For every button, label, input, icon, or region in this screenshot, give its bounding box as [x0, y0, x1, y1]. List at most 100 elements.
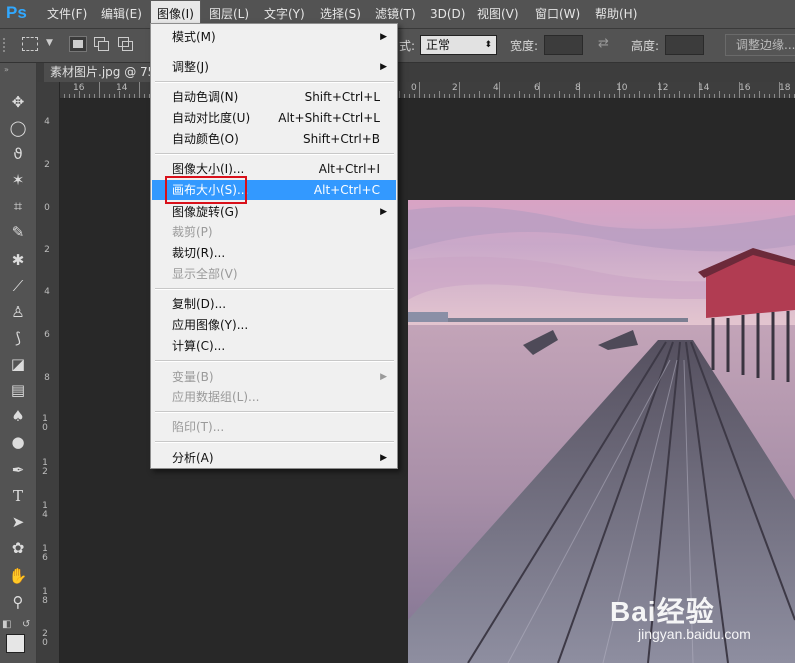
ruler-label: 14 — [116, 83, 128, 93]
height-label: 高度: — [631, 39, 660, 53]
ruler-label: 1 8 — [42, 587, 48, 606]
menu-item-trim[interactable]: 裁切(R)... — [152, 243, 396, 263]
ruler-label: 4 — [44, 287, 50, 297]
document-tab[interactable]: 素材图片.jpg @ 75 — [44, 63, 156, 82]
ruler-label: 10 — [616, 83, 628, 93]
lasso-icon[interactable]: ϑ — [6, 143, 30, 165]
default-colors-icon[interactable]: ◧ — [2, 619, 11, 630]
hand-icon[interactable]: ✋ — [6, 565, 30, 587]
menu-item-image-rotation[interactable]: 图像旋转(G) ▶ — [152, 202, 396, 222]
baidu-jingyan-watermark: Bai经验 jingyan.baidu.com — [610, 590, 795, 650]
style-label: 式: — [399, 39, 416, 53]
menu-separator — [155, 81, 394, 83]
ruler-label: 1 6 — [42, 544, 48, 563]
submenu-arrow-icon: ▶ — [380, 62, 387, 72]
menu-item-auto-color[interactable]: 自动颜色(O) Shift+Ctrl+B — [152, 129, 396, 149]
custom-shape-icon[interactable]: ✿ — [6, 537, 30, 559]
menu-separator — [155, 288, 394, 290]
menu-window[interactable]: 窗口(W) — [535, 0, 580, 28]
menu-view[interactable]: 视图(V) — [477, 0, 519, 28]
menu-separator — [155, 153, 394, 155]
width-input[interactable] — [544, 35, 583, 55]
ruler-label: 4 — [44, 117, 50, 127]
crop-icon[interactable]: ⌗ — [6, 195, 30, 217]
watermark-url: jingyan.baidu.com — [638, 626, 751, 642]
ruler-label: 1 2 — [42, 458, 48, 477]
menu-separator — [155, 441, 394, 443]
menu-file[interactable]: 文件(F) — [47, 0, 87, 28]
menu-item-apply-data-set[interactable]: 应用数据组(L)... — [152, 387, 396, 407]
menu-item-calculations[interactable]: 计算(C)... — [152, 336, 396, 356]
menu-item-crop[interactable]: 裁剪(P) — [152, 222, 396, 242]
image-menu-dropdown: 模式(M) ▶ 调整(J) ▶ 自动色调(N) Shift+Ctrl+L 自动对… — [150, 23, 398, 469]
ruler-label: 2 0 — [42, 629, 48, 648]
ruler-label: 0 — [44, 203, 50, 213]
menu-item-auto-contrast[interactable]: 自动对比度(U) Alt+Shift+Ctrl+L — [152, 108, 396, 128]
style-select[interactable]: 正常 ⬍ — [420, 35, 497, 55]
style-value: 正常 — [426, 38, 451, 52]
chevron-down-icon[interactable]: ▼ — [46, 38, 53, 48]
zoom-icon[interactable]: ⚲ — [6, 591, 30, 613]
path-selection-icon[interactable]: ➤ — [6, 511, 30, 533]
type-tool-icon[interactable]: T — [6, 485, 30, 507]
menu-separator — [155, 411, 394, 413]
ruler-label: 4 — [493, 83, 499, 93]
move-tool-icon[interactable]: ✥ — [6, 91, 30, 113]
subtract-selection-button[interactable] — [117, 36, 135, 52]
menu-item-analysis[interactable]: 分析(A) ▶ — [152, 448, 396, 468]
magic-wand-icon[interactable]: ✶ — [6, 169, 30, 191]
photoshop-logo: Ps — [6, 3, 27, 22]
options-grip — [3, 38, 9, 52]
elliptical-marquee-icon[interactable]: ◯ — [6, 117, 30, 139]
submenu-arrow-icon: ▶ — [380, 453, 387, 463]
collapse-icon[interactable]: » — [4, 65, 9, 74]
clone-stamp-icon[interactable]: ♙ — [6, 301, 30, 323]
highlight-annotation-box — [165, 176, 247, 204]
menu-item-mode[interactable]: 模式(M) ▶ — [152, 27, 396, 47]
height-input[interactable] — [665, 35, 704, 55]
refine-edge-button[interactable]: 调整边缘... — [725, 34, 795, 56]
menu-item-auto-tone[interactable]: 自动色调(N) Shift+Ctrl+L — [152, 87, 396, 107]
submenu-arrow-icon: ▶ — [380, 207, 387, 217]
healing-brush-icon[interactable]: ✱ — [6, 249, 30, 271]
ruler-label: 0 — [411, 83, 417, 93]
menu-item-reveal-all[interactable]: 显示全部(V) — [152, 264, 396, 284]
menu-help[interactable]: 帮助(H) — [595, 0, 637, 28]
menu-3d[interactable]: 3D(D) — [430, 0, 465, 28]
history-brush-icon[interactable]: ⟆ — [6, 327, 30, 349]
submenu-arrow-icon: ▶ — [380, 32, 387, 42]
marquee-preset-icon[interactable] — [22, 37, 38, 51]
ruler-label: 8 — [575, 83, 581, 93]
menu-item-adjustments[interactable]: 调整(J) ▶ — [152, 57, 396, 77]
add-selection-button[interactable] — [93, 36, 111, 52]
submenu-arrow-icon: ▶ — [380, 372, 387, 382]
ruler-label: 16 — [73, 83, 85, 93]
dodge-icon[interactable]: ● — [6, 431, 30, 453]
new-selection-button[interactable] — [69, 36, 87, 52]
ruler-label: 6 — [534, 83, 540, 93]
ruler-label: 2 — [44, 245, 50, 255]
menu-item-duplicate[interactable]: 复制(D)... — [152, 294, 396, 314]
gradient-icon[interactable]: ▤ — [6, 379, 30, 401]
ruler-label: 18 — [779, 83, 791, 93]
swap-icon[interactable]: ⇄ — [598, 36, 609, 51]
ruler-label: 8 — [44, 373, 50, 383]
menu-edit[interactable]: 编辑(E) — [101, 0, 142, 28]
blur-icon[interactable]: ♠ — [6, 405, 30, 427]
menu-item-apply-image[interactable]: 应用图像(Y)... — [152, 315, 396, 335]
foreground-color-swatch[interactable] — [6, 634, 25, 653]
ruler-label: 2 — [452, 83, 458, 93]
swap-colors-icon[interactable]: ↺ — [22, 619, 30, 630]
pen-icon[interactable]: ✒ — [6, 459, 30, 481]
ruler-origin[interactable] — [37, 82, 59, 98]
menu-item-trap[interactable]: 陷印(T)... — [152, 417, 396, 437]
menu-item-variables[interactable]: 变量(B) ▶ — [152, 367, 396, 387]
eyedropper-icon[interactable]: ✎ — [6, 221, 30, 243]
ruler-vertical[interactable]: 4 2 0 2 4 6 8 1 0 1 2 1 4 1 6 1 8 2 0 — [37, 82, 60, 663]
ruler-label: 2 — [44, 160, 50, 170]
ruler-label: 1 0 — [42, 414, 48, 433]
ruler-label: 12 — [657, 83, 669, 93]
brush-icon[interactable]: ⟋ — [6, 275, 30, 297]
eraser-icon[interactable]: ◪ — [6, 353, 30, 375]
ruler-label: 14 — [698, 83, 710, 93]
